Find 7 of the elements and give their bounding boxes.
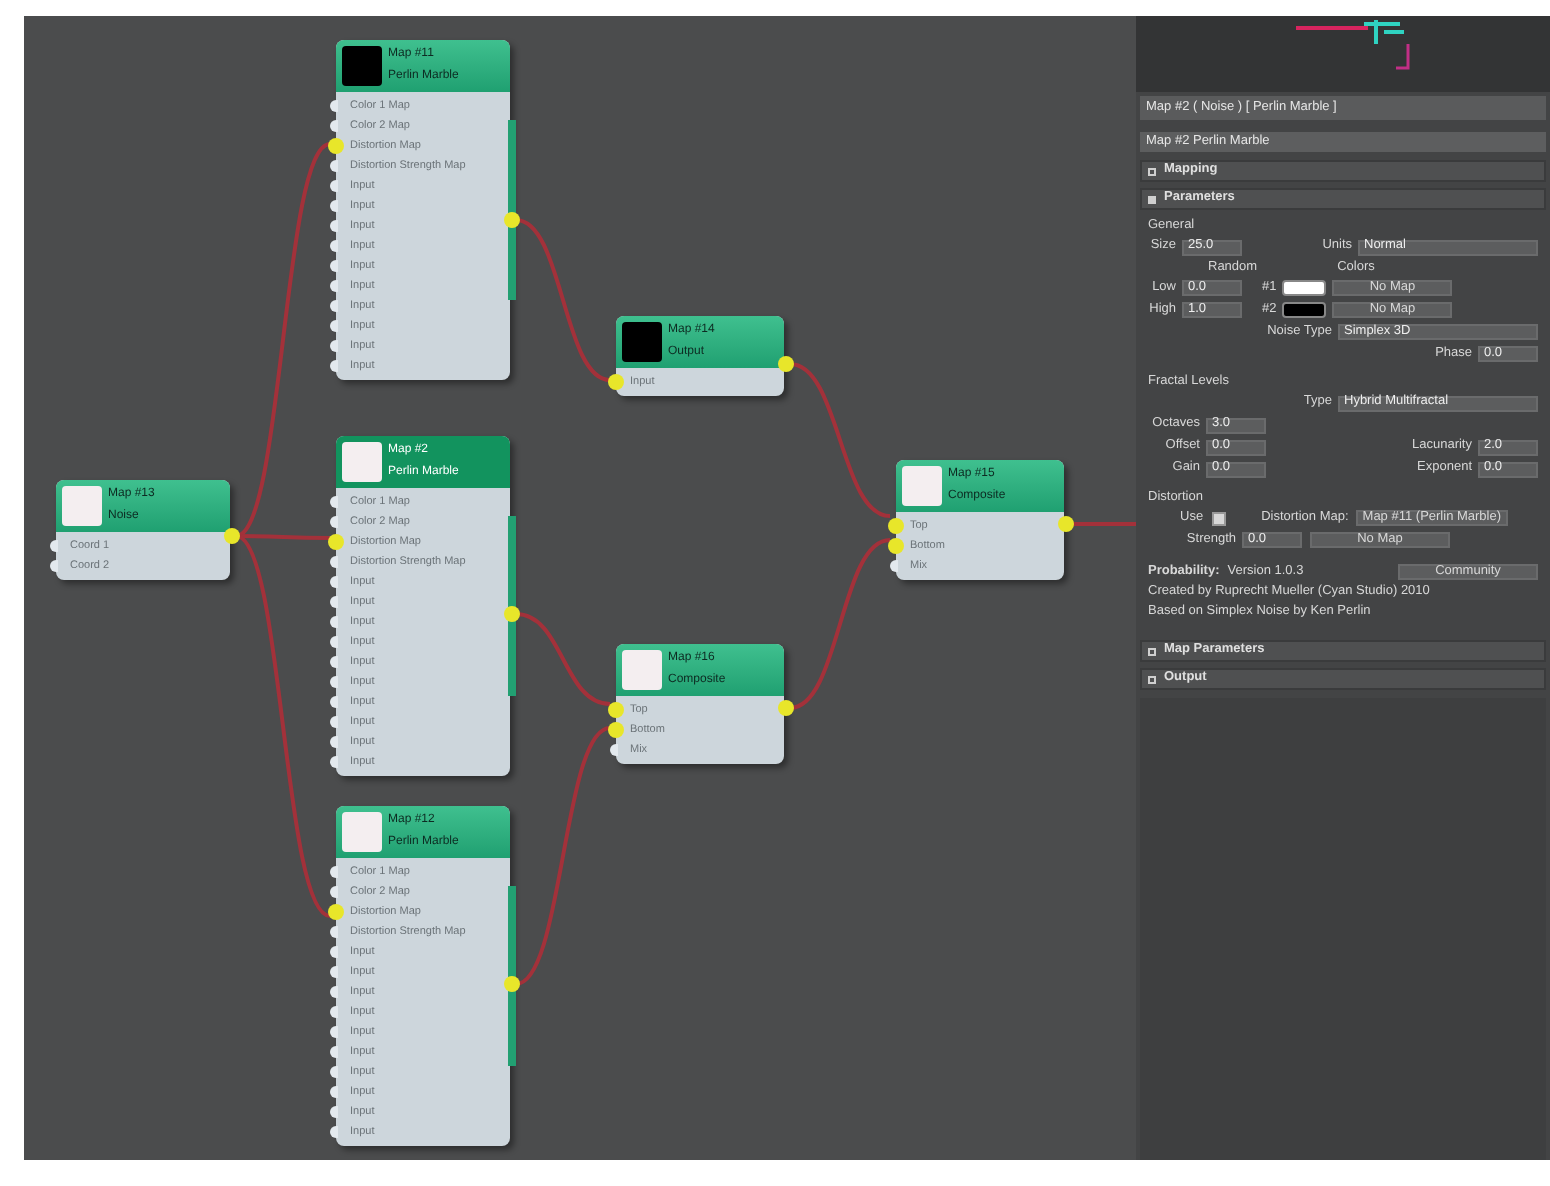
port-tab — [890, 560, 898, 572]
color-swatch[interactable] — [1282, 280, 1327, 296]
port-tab — [610, 744, 618, 756]
connection-wire — [515, 612, 611, 706]
connection-wire — [1070, 522, 1136, 526]
use-checkbox[interactable] — [1211, 511, 1226, 525]
color-swatch[interactable] — [1282, 302, 1327, 318]
